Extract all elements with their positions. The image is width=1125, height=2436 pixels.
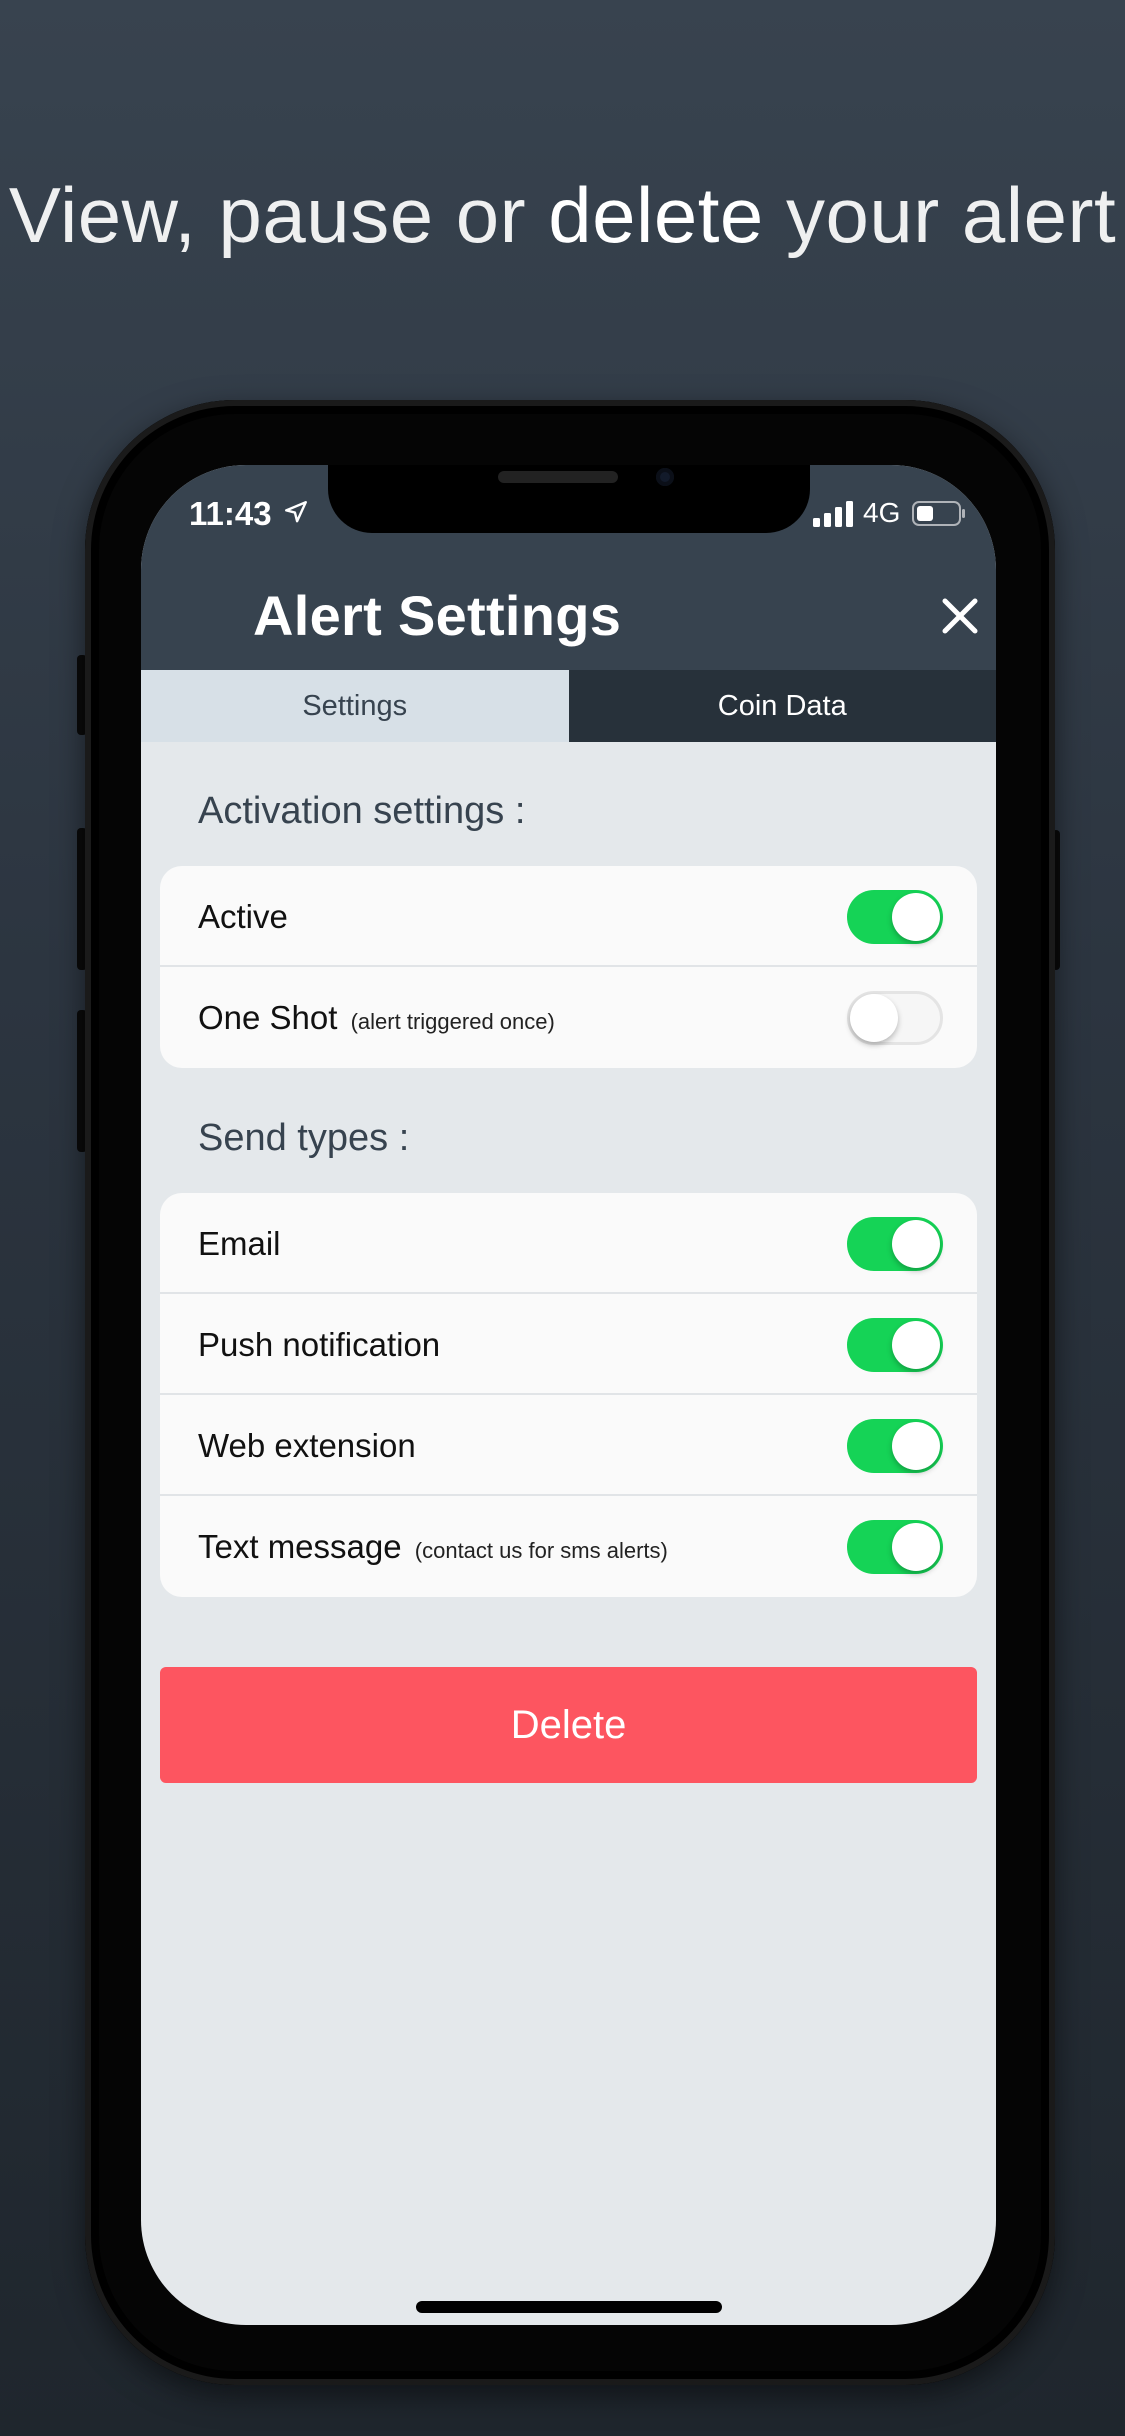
send-row-push: Push notification (160, 1294, 977, 1395)
battery-icon (912, 501, 965, 526)
close-icon[interactable] (937, 593, 983, 639)
tab-bar: Settings Coin Data (141, 670, 996, 742)
headline-part-3: delete (548, 171, 764, 259)
active-toggle[interactable] (847, 890, 943, 944)
page-title: Alert Settings (253, 584, 622, 647)
headline-part-4: your alert (785, 171, 1117, 259)
send-row-email: Email (160, 1193, 977, 1294)
one-shot-toggle[interactable] (847, 991, 943, 1045)
activation-settings-heading: Activation settings : (198, 790, 526, 832)
network-type: 4G (863, 497, 901, 528)
headline-part-2: or (455, 171, 527, 259)
status-time: 11:43 (189, 495, 272, 532)
one-shot-note: (alert triggered once) (350, 1009, 555, 1034)
send-row-web-extension: Web extension (160, 1395, 977, 1496)
marketing-headline: View, pause or delete your alert (0, 170, 1125, 261)
web-extension-toggle[interactable] (847, 1419, 943, 1473)
setting-row-active: Active (160, 866, 977, 967)
text-message-toggle[interactable] (847, 1520, 943, 1574)
home-indicator[interactable] (416, 2301, 722, 2313)
notch (328, 465, 810, 533)
setting-label-active: Active (198, 898, 288, 935)
tab-coin-data[interactable]: Coin Data (568, 670, 996, 742)
signal-bars-icon (813, 501, 853, 527)
send-label-email: Email (198, 1225, 281, 1262)
toggle-knob (892, 1220, 940, 1268)
toggle-knob (892, 1523, 940, 1571)
text-message-note: (contact us for sms alerts) (414, 1538, 668, 1563)
setting-row-one-shot: One Shot (alert triggered once) (160, 967, 977, 1068)
email-toggle[interactable] (847, 1217, 943, 1271)
phone-screen: 11:43 4G Alert Settings Settings Coin Da… (141, 465, 996, 2325)
send-label-web-extension: Web extension (198, 1427, 416, 1464)
speaker-grille (498, 471, 618, 483)
setting-label-one-shot: One Shot (alert triggered once) (198, 999, 555, 1036)
front-camera (656, 468, 674, 486)
toggle-knob (892, 1422, 940, 1470)
toggle-knob (892, 1321, 940, 1369)
activation-settings-card: Active One Shot (alert triggered once) (160, 866, 977, 1068)
send-label-push: Push notification (198, 1326, 441, 1363)
send-types-card: Email Push notification Web extension Te… (160, 1193, 977, 1597)
headline-part-1: View, pause (8, 171, 434, 259)
location-arrow-icon (285, 501, 307, 523)
send-label-text-message: Text message (contact us for sms alerts) (198, 1528, 668, 1565)
tab-settings[interactable]: Settings (141, 670, 569, 742)
toggle-knob (850, 994, 898, 1042)
delete-button[interactable]: Delete (160, 1667, 977, 1783)
toggle-knob (892, 893, 940, 941)
send-types-heading: Send types : (198, 1117, 410, 1159)
send-row-text-message: Text message (contact us for sms alerts) (160, 1496, 977, 1597)
push-notification-toggle[interactable] (847, 1318, 943, 1372)
